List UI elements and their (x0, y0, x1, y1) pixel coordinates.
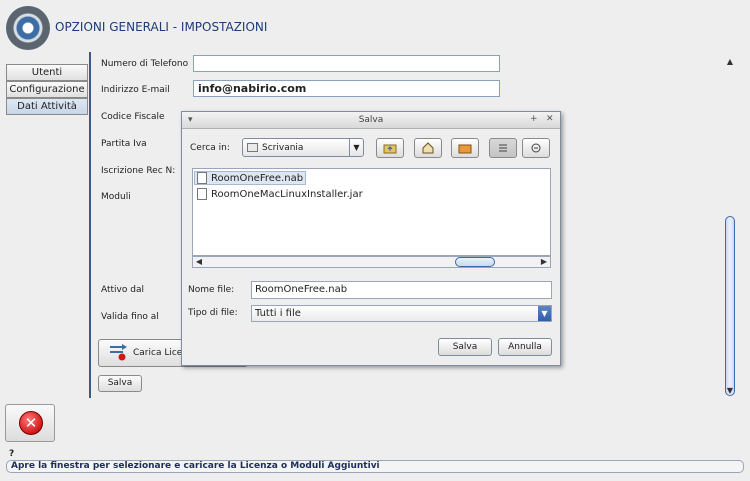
carica-licenza-label: Carica Lice (133, 348, 183, 358)
chevron-down-icon[interactable]: ▼ (538, 306, 551, 321)
chevron-down-icon[interactable]: ▼ (349, 139, 363, 156)
close-icon[interactable]: ✕ (546, 114, 554, 124)
filename-label: Nome file: (188, 285, 235, 295)
file-name[interactable]: RoomOneMacLinuxInstaller.jar (211, 189, 363, 200)
label-partita-iva: Partita Iva (101, 139, 147, 149)
status-bar: Apre la finestra per selezionare e caric… (6, 460, 744, 473)
list-view-icon (499, 144, 507, 152)
list-view-button[interactable] (489, 138, 517, 158)
scroll-right-icon[interactable]: ▶ (539, 257, 549, 267)
tab-utenti[interactable]: Utenti (6, 64, 88, 81)
dialog-save-button[interactable]: Salva (438, 338, 492, 356)
scroll-left-icon[interactable]: ◀ (194, 257, 204, 267)
file-icon (197, 188, 207, 200)
home-icon (422, 142, 434, 154)
telefono-input[interactable] (193, 55, 500, 72)
help-mark: ? (9, 449, 15, 459)
email-input[interactable]: info@nabirio.com (193, 80, 500, 97)
lookin-label: Cerca in: (190, 143, 230, 153)
home-button[interactable] (414, 138, 442, 158)
dialog-title: Salva (358, 115, 384, 125)
label-iscrizione: Iscrizione Rec N: (101, 166, 176, 176)
new-folder-button[interactable] (451, 138, 479, 158)
details-view-icon (531, 143, 541, 153)
file-name: RoomOneFree.nab (211, 173, 304, 184)
label-valida-fino: Valida fino al (101, 312, 159, 322)
salva-button[interactable]: Salva (98, 375, 142, 392)
filetype-label: Tipo di file: (188, 308, 238, 318)
scroll-down-icon[interactable]: ▼ (725, 386, 735, 396)
load-license-icon (110, 344, 127, 361)
close-x-icon: ✕ (19, 411, 43, 435)
label-codice-fiscale: Codice Fiscale (101, 112, 165, 122)
dialog-menu-icon[interactable]: ▾ (188, 115, 193, 125)
new-folder-icon (458, 144, 472, 154)
folder-icon (247, 143, 258, 152)
dialog-cancel-button[interactable]: Annulla (498, 338, 552, 356)
up-folder-button[interactable] (376, 138, 404, 158)
scroll-thumb[interactable] (725, 216, 735, 396)
page-title: OPZIONI GENERALI - IMPOSTAZIONI (55, 20, 268, 34)
filetype-select[interactable]: Tutti i file (251, 305, 552, 322)
label-email: Indirizzo E-mail (101, 85, 170, 95)
lookin-value: Scrivania (262, 143, 304, 153)
file-icon (197, 172, 207, 184)
label-attivo-dal: Attivo dal (101, 285, 144, 295)
scroll-up-icon[interactable]: ▲ (725, 57, 735, 67)
maximize-icon[interactable]: + (530, 114, 538, 124)
label-moduli: Moduli (101, 192, 131, 202)
horizontal-scrollbar[interactable] (192, 256, 551, 268)
tab-dati-attivita[interactable]: Dati Attività (6, 98, 88, 115)
up-folder-icon (383, 144, 397, 154)
app-logo-icon (6, 6, 50, 50)
filename-input[interactable]: RoomOneFree.nab (251, 281, 552, 299)
details-view-button[interactable] (522, 138, 550, 158)
tab-configurazione[interactable]: Configurazione (6, 81, 88, 98)
hscroll-thumb[interactable] (455, 257, 495, 267)
label-telefono: Numero di Telefono (101, 59, 189, 69)
